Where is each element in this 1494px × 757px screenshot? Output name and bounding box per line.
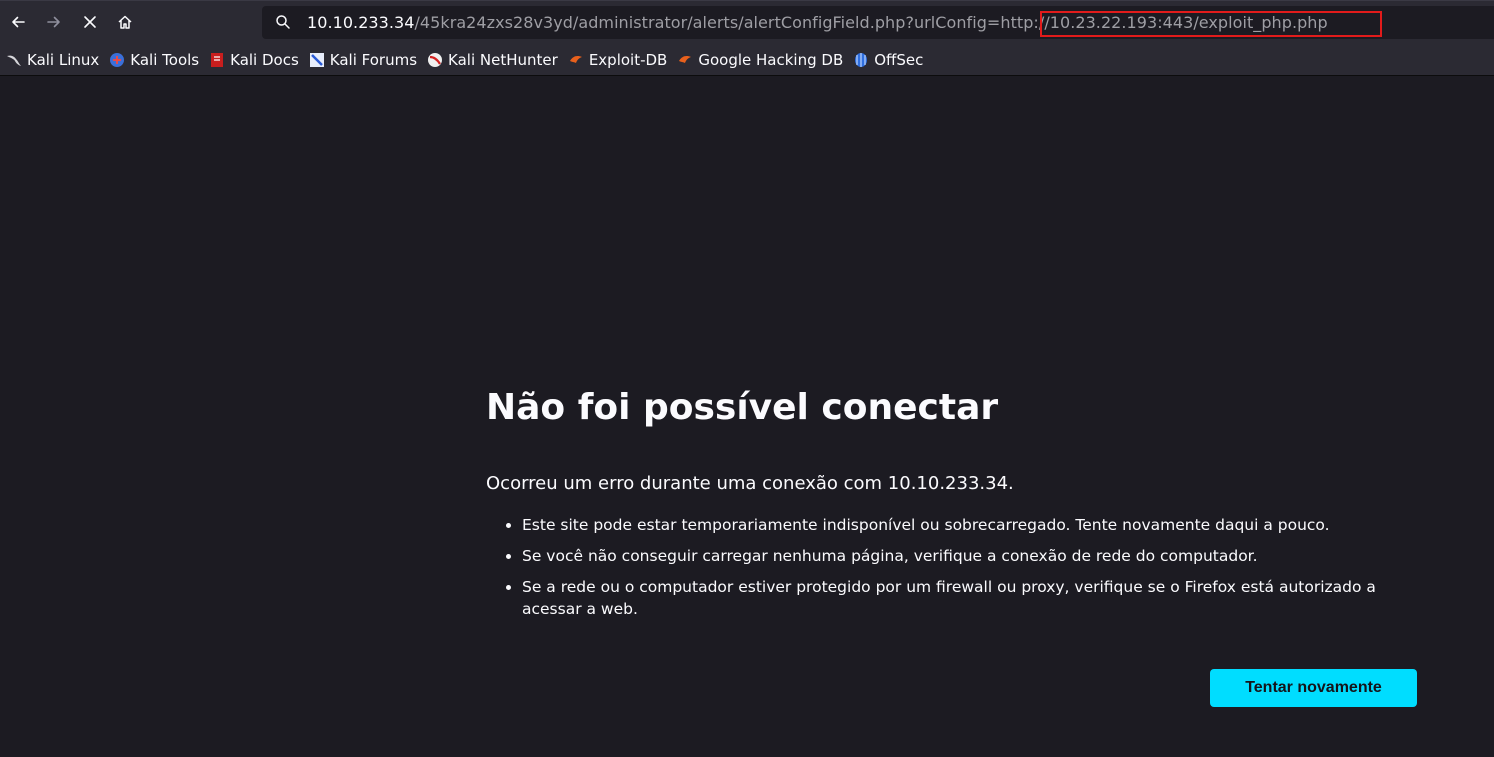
url-path: /45kra24zxs28v3yd/administrator/alerts/a… [414,13,1001,32]
bookmark-label: OffSec [874,50,924,69]
home-button[interactable] [110,7,140,37]
url-bar[interactable]: 10.10.233.34/45kra24zxs28v3yd/administra… [262,6,1494,39]
bookmark-kali-docs[interactable]: Kali Docs [209,48,299,72]
error-title: Não foi possível conectar [486,387,999,428]
bookmarks-toolbar: Kali Linux Kali Tools Kali Docs Kali For… [0,44,1494,76]
error-reason-item: Se você não conseguir carregar nenhuma p… [522,545,1416,567]
stop-button[interactable] [75,7,105,37]
bookmark-label: Kali Linux [27,50,100,69]
offsec-icon [853,52,869,68]
highlight-annotation-box [1040,11,1382,37]
bookmark-label: Kali NetHunter [448,50,558,69]
error-reasons-list: Este site pode estar temporariamente ind… [486,514,1416,620]
error-description: Ocorreu um erro durante uma conexão com … [486,473,1014,494]
error-reason-item: Este site pode estar temporariamente ind… [522,514,1416,536]
close-icon [84,16,96,28]
url-host: 10.10.233.34 [307,13,415,32]
bookmark-offsec[interactable]: OffSec [853,48,923,72]
bookmark-google-hacking-db[interactable]: Google Hacking DB [677,48,843,72]
bookmark-label: Kali Forums [329,50,418,69]
search-icon [276,15,290,29]
kali-nethunter-icon [427,52,443,68]
browser-toolbar: 10.10.233.34/45kra24zxs28v3yd/administra… [0,0,1494,44]
bookmark-label: Exploit-DB [588,50,668,69]
back-button[interactable] [3,7,33,37]
arrow-left-icon [12,16,25,28]
kali-dragon-icon [6,52,22,68]
bookmark-kali-nethunter[interactable]: Kali NetHunter [427,48,558,72]
bookmark-kali-forums[interactable]: Kali Forums [309,48,417,72]
error-page-content: Não foi possível conectar Ocorreu um err… [486,380,1416,629]
bookmark-kali-tools[interactable]: Kali Tools [109,48,199,72]
bookmark-kali-linux[interactable]: Kali Linux [6,48,99,72]
kali-forums-icon [309,52,325,68]
error-reason-item: Se a rede ou o computador estiver proteg… [522,576,1416,620]
bookmark-label: Kali Docs [230,50,299,69]
arrow-right-icon [47,16,60,28]
kali-tools-icon [109,52,125,68]
bookmark-label: Kali Tools [130,50,200,69]
url-text[interactable]: 10.10.233.34/45kra24zxs28v3yd/administra… [307,11,1382,37]
home-icon [118,15,132,29]
bookmark-exploit-db[interactable]: Exploit-DB [568,48,668,72]
forward-button[interactable] [39,7,69,37]
exploit-db-icon [568,52,584,68]
bookmark-label: Google Hacking DB [698,50,844,69]
retry-button[interactable]: Tentar novamente [1210,669,1417,707]
kali-docs-icon [209,52,225,68]
exploit-db-icon [677,52,693,68]
